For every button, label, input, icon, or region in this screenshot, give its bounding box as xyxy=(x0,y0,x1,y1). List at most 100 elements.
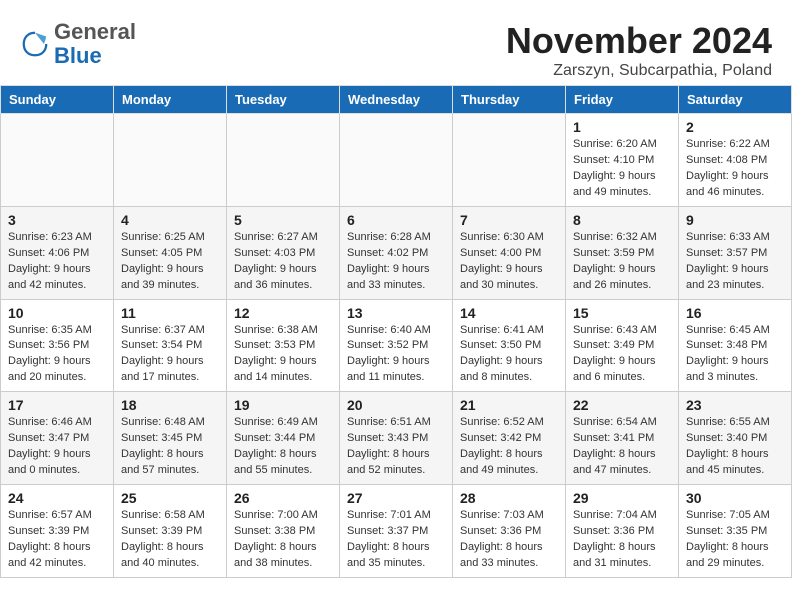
day-info: Sunrise: 7:04 AM Sunset: 3:36 PM Dayligh… xyxy=(573,508,671,572)
calendar-cell xyxy=(453,114,566,207)
day-info: Sunrise: 6:57 AM Sunset: 3:39 PM Dayligh… xyxy=(8,508,106,572)
day-info: Sunrise: 6:41 AM Sunset: 3:50 PM Dayligh… xyxy=(460,323,558,387)
calendar-cell: 21 Sunrise: 6:52 AM Sunset: 3:42 PM Dayli… xyxy=(453,392,566,485)
calendar-cell: 30 Sunrise: 7:05 AM Sunset: 3:35 PM Dayli… xyxy=(679,485,792,578)
calendar-cell xyxy=(340,114,453,207)
day-number: 10 xyxy=(8,305,106,321)
day-number: 12 xyxy=(234,305,332,321)
calendar-week-5: 24 Sunrise: 6:57 AM Sunset: 3:39 PM Dayli… xyxy=(1,485,792,578)
day-info: Sunrise: 6:38 AM Sunset: 3:53 PM Dayligh… xyxy=(234,323,332,387)
col-monday: Monday xyxy=(114,86,227,114)
day-number: 24 xyxy=(8,490,106,506)
day-number: 15 xyxy=(573,305,671,321)
day-info: Sunrise: 6:32 AM Sunset: 3:59 PM Dayligh… xyxy=(573,230,671,294)
day-info: Sunrise: 7:00 AM Sunset: 3:38 PM Dayligh… xyxy=(234,508,332,572)
calendar-table: Sunday Monday Tuesday Wednesday Thursday… xyxy=(0,85,792,578)
calendar-header-row: Sunday Monday Tuesday Wednesday Thursday… xyxy=(1,86,792,114)
day-number: 8 xyxy=(573,212,671,228)
day-info: Sunrise: 6:22 AM Sunset: 4:08 PM Dayligh… xyxy=(686,137,784,201)
day-number: 11 xyxy=(121,305,219,321)
calendar-cell: 2Sunrise: 6:22 AM Sunset: 4:08 PM Daylig… xyxy=(679,114,792,207)
calendar-week-4: 17 Sunrise: 6:46 AM Sunset: 3:47 PM Dayli… xyxy=(1,392,792,485)
day-number: 30 xyxy=(686,490,784,506)
logo: General Blue xyxy=(20,20,136,68)
day-number: 27 xyxy=(347,490,445,506)
calendar-cell: 24 Sunrise: 6:57 AM Sunset: 3:39 PM Dayli… xyxy=(1,485,114,578)
day-info: Sunrise: 6:30 AM Sunset: 4:00 PM Dayligh… xyxy=(460,230,558,294)
day-number: 19 xyxy=(234,397,332,413)
day-number: 9 xyxy=(686,212,784,228)
title-area: November 2024 Zarszyn, Subcarpathia, Pol… xyxy=(506,20,772,80)
day-number: 26 xyxy=(234,490,332,506)
calendar-cell: 12 Sunrise: 6:38 AM Sunset: 3:53 PM Dayli… xyxy=(227,299,340,392)
calendar-cell xyxy=(114,114,227,207)
calendar-cell: 27 Sunrise: 7:01 AM Sunset: 3:37 PM Dayli… xyxy=(340,485,453,578)
col-sunday: Sunday xyxy=(1,86,114,114)
day-info: Sunrise: 6:25 AM Sunset: 4:05 PM Dayligh… xyxy=(121,230,219,294)
calendar-cell: 7 Sunrise: 6:30 AM Sunset: 4:00 PM Daylig… xyxy=(453,206,566,299)
day-info: Sunrise: 6:51 AM Sunset: 3:43 PM Dayligh… xyxy=(347,415,445,479)
day-info: Sunrise: 6:49 AM Sunset: 3:44 PM Dayligh… xyxy=(234,415,332,479)
col-tuesday: Tuesday xyxy=(227,86,340,114)
calendar-cell: 22 Sunrise: 6:54 AM Sunset: 3:41 PM Dayli… xyxy=(566,392,679,485)
calendar-cell xyxy=(227,114,340,207)
day-info: Sunrise: 6:33 AM Sunset: 3:57 PM Dayligh… xyxy=(686,230,784,294)
day-number: 29 xyxy=(573,490,671,506)
day-number: 13 xyxy=(347,305,445,321)
day-number: 17 xyxy=(8,397,106,413)
calendar-cell: 4 Sunrise: 6:25 AM Sunset: 4:05 PM Daylig… xyxy=(114,206,227,299)
col-thursday: Thursday xyxy=(453,86,566,114)
calendar-cell: 17 Sunrise: 6:46 AM Sunset: 3:47 PM Dayli… xyxy=(1,392,114,485)
calendar-cell: 16 Sunrise: 6:45 AM Sunset: 3:48 PM Dayli… xyxy=(679,299,792,392)
day-number: 1 xyxy=(573,119,671,135)
day-number: 20 xyxy=(347,397,445,413)
calendar-cell: 28 Sunrise: 7:03 AM Sunset: 3:36 PM Dayli… xyxy=(453,485,566,578)
day-info: Sunrise: 6:20 AM Sunset: 4:10 PM Dayligh… xyxy=(573,137,671,201)
day-info: Sunrise: 6:23 AM Sunset: 4:06 PM Dayligh… xyxy=(8,230,106,294)
day-number: 14 xyxy=(460,305,558,321)
col-wednesday: Wednesday xyxy=(340,86,453,114)
calendar-cell: 25 Sunrise: 6:58 AM Sunset: 3:39 PM Dayli… xyxy=(114,485,227,578)
day-info: Sunrise: 6:54 AM Sunset: 3:41 PM Dayligh… xyxy=(573,415,671,479)
day-number: 16 xyxy=(686,305,784,321)
calendar-cell: 18Sunrise: 6:48 AM Sunset: 3:45 PM Dayli… xyxy=(114,392,227,485)
day-number: 23 xyxy=(686,397,784,413)
location-subtitle: Zarszyn, Subcarpathia, Poland xyxy=(506,62,772,80)
day-info: Sunrise: 6:52 AM Sunset: 3:42 PM Dayligh… xyxy=(460,415,558,479)
calendar-cell: 6Sunrise: 6:28 AM Sunset: 4:02 PM Daylig… xyxy=(340,206,453,299)
logo-icon xyxy=(20,29,50,59)
day-number: 28 xyxy=(460,490,558,506)
calendar-cell: 13 Sunrise: 6:40 AM Sunset: 3:52 PM Dayli… xyxy=(340,299,453,392)
calendar-cell: 23 Sunrise: 6:55 AM Sunset: 3:40 PM Dayli… xyxy=(679,392,792,485)
calendar-cell: 5Sunrise: 6:27 AM Sunset: 4:03 PM Daylig… xyxy=(227,206,340,299)
logo-general: General xyxy=(54,20,136,44)
month-title: November 2024 xyxy=(506,20,772,62)
day-number: 22 xyxy=(573,397,671,413)
day-info: Sunrise: 6:37 AM Sunset: 3:54 PM Dayligh… xyxy=(121,323,219,387)
calendar-cell: 19 Sunrise: 6:49 AM Sunset: 3:44 PM Dayli… xyxy=(227,392,340,485)
day-info: Sunrise: 7:03 AM Sunset: 3:36 PM Dayligh… xyxy=(460,508,558,572)
day-info: Sunrise: 6:55 AM Sunset: 3:40 PM Dayligh… xyxy=(686,415,784,479)
day-number: 3 xyxy=(8,212,106,228)
calendar-cell: 11 Sunrise: 6:37 AM Sunset: 3:54 PM Dayli… xyxy=(114,299,227,392)
day-info: Sunrise: 6:45 AM Sunset: 3:48 PM Dayligh… xyxy=(686,323,784,387)
logo-blue: Blue xyxy=(54,44,136,68)
day-info: Sunrise: 7:01 AM Sunset: 3:37 PM Dayligh… xyxy=(347,508,445,572)
calendar-cell: 1 Sunrise: 6:20 AM Sunset: 4:10 PM Daylig… xyxy=(566,114,679,207)
day-number: 25 xyxy=(121,490,219,506)
day-info: Sunrise: 6:43 AM Sunset: 3:49 PM Dayligh… xyxy=(573,323,671,387)
day-number: 7 xyxy=(460,212,558,228)
day-info: Sunrise: 6:40 AM Sunset: 3:52 PM Dayligh… xyxy=(347,323,445,387)
calendar-cell: 10Sunrise: 6:35 AM Sunset: 3:56 PM Dayli… xyxy=(1,299,114,392)
calendar-cell: 20 Sunrise: 6:51 AM Sunset: 3:43 PM Dayli… xyxy=(340,392,453,485)
day-number: 4 xyxy=(121,212,219,228)
day-number: 18 xyxy=(121,397,219,413)
day-number: 21 xyxy=(460,397,558,413)
col-friday: Friday xyxy=(566,86,679,114)
day-info: Sunrise: 7:05 AM Sunset: 3:35 PM Dayligh… xyxy=(686,508,784,572)
calendar-cell: 8 Sunrise: 6:32 AM Sunset: 3:59 PM Daylig… xyxy=(566,206,679,299)
day-info: Sunrise: 6:58 AM Sunset: 3:39 PM Dayligh… xyxy=(121,508,219,572)
calendar-week-2: 3 Sunrise: 6:23 AM Sunset: 4:06 PM Daylig… xyxy=(1,206,792,299)
calendar-cell: 26 Sunrise: 7:00 AM Sunset: 3:38 PM Dayli… xyxy=(227,485,340,578)
day-info: Sunrise: 6:46 AM Sunset: 3:47 PM Dayligh… xyxy=(8,415,106,479)
